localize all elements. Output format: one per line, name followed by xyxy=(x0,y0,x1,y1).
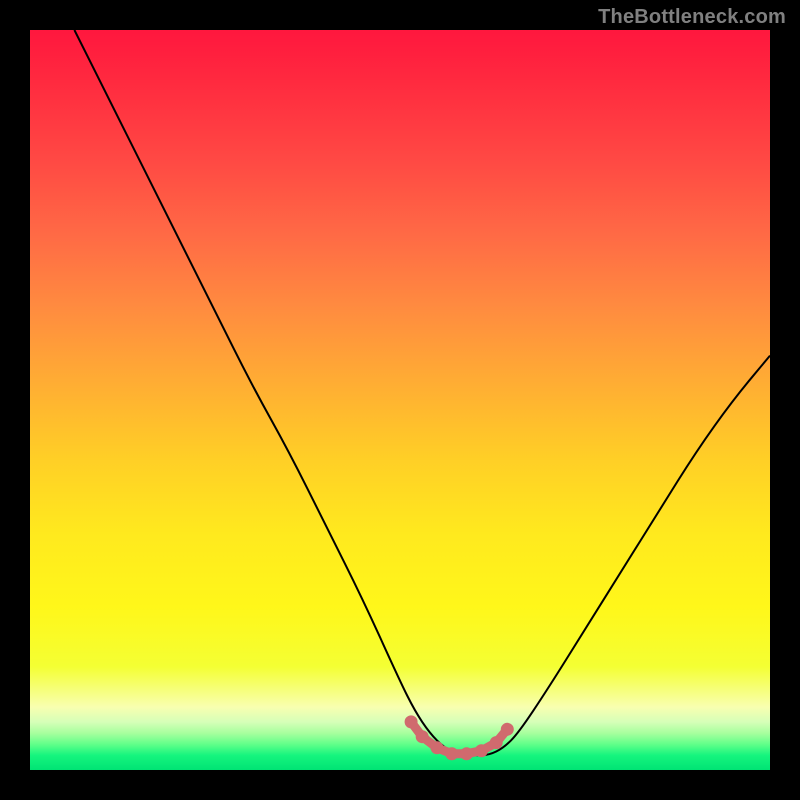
sweet-spot-dot xyxy=(405,715,418,728)
sweet-spot-dot xyxy=(501,723,514,736)
sweet-spot-dot xyxy=(475,744,488,757)
sweet-spot-dot xyxy=(490,736,503,749)
sweet-spot-dot xyxy=(445,747,458,760)
stage: TheBottleneck.com xyxy=(0,0,800,800)
sweet-spot-dot xyxy=(460,747,473,760)
attribution-text: TheBottleneck.com xyxy=(598,6,786,29)
sweet-spot-dot xyxy=(416,730,429,743)
heat-gradient-background xyxy=(30,30,770,770)
chart-area xyxy=(30,30,770,770)
sweet-spot-dot xyxy=(431,741,444,754)
bottleneck-chart xyxy=(30,30,770,770)
